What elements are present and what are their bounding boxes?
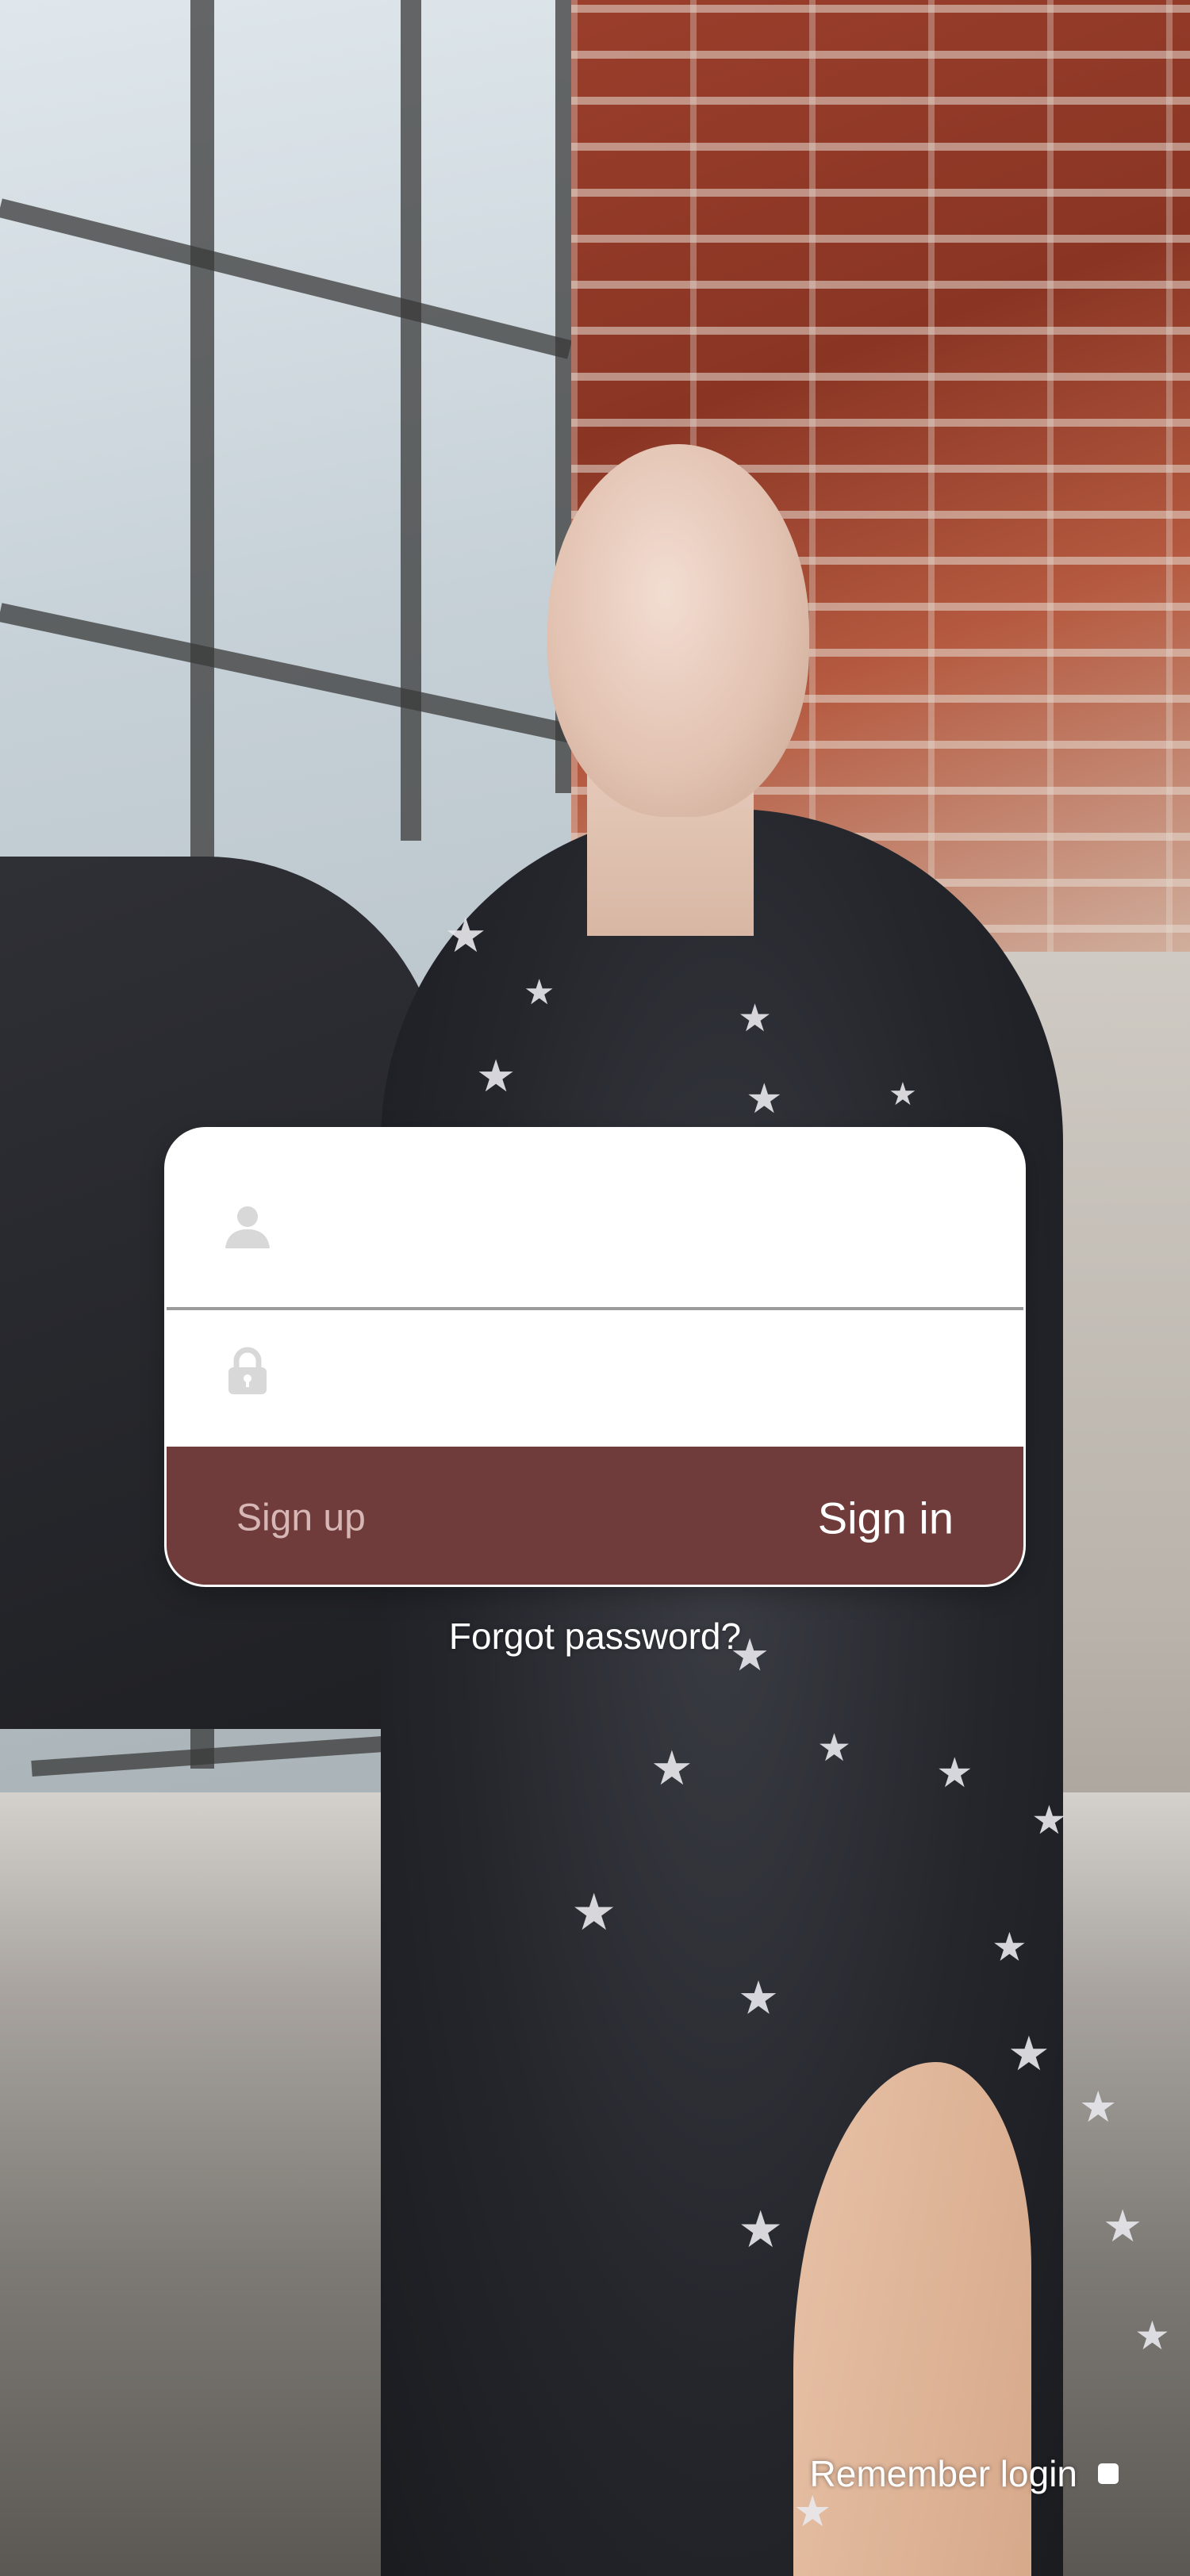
remember-login-checkbox[interactable] [1098,2463,1119,2484]
star-pattern: ★ [651,1741,693,1796]
star-pattern: ★ [746,1075,783,1123]
star-pattern: ★ [1008,2026,1050,2082]
sign-in-button[interactable]: Sign in [818,1493,954,1544]
star-pattern: ★ [476,1051,516,1102]
star-pattern: ★ [524,972,555,1013]
star-pattern: ★ [738,2201,784,2260]
star-pattern: ★ [936,1750,973,1797]
star-pattern: ★ [793,2486,832,2536]
password-field [167,1310,1023,1447]
star-pattern: ★ [571,1884,617,1942]
star-pattern: ★ [889,1076,917,1113]
window-frame-vertical [401,0,421,841]
star-pattern: ★ [817,1726,852,1770]
star-pattern: ★ [444,908,487,964]
forgot-password-link[interactable]: Forgot password? [0,1615,1190,1658]
username-field [167,1129,1023,1310]
star-pattern: ★ [1134,2313,1170,2359]
remember-login-toggle[interactable]: Remember login [810,2452,1119,2495]
star-pattern: ★ [1031,1797,1067,1843]
lock-icon [228,1347,267,1394]
sign-up-button[interactable]: Sign up [236,1497,366,1540]
star-pattern: ★ [738,996,773,1041]
model-head [547,444,809,817]
user-icon [225,1206,270,1248]
password-input[interactable] [301,1347,992,1410]
star-pattern: ★ [738,1971,779,2025]
action-bar: Sign up Sign in [167,1447,1023,1585]
login-card: Sign up Sign in [164,1127,1026,1587]
username-input[interactable] [301,1186,992,1250]
remember-login-label: Remember login [809,2453,1077,2494]
star-pattern: ★ [1103,2201,1143,2252]
star-pattern: ★ [992,1924,1027,1970]
star-pattern: ★ [1079,2082,1118,2132]
